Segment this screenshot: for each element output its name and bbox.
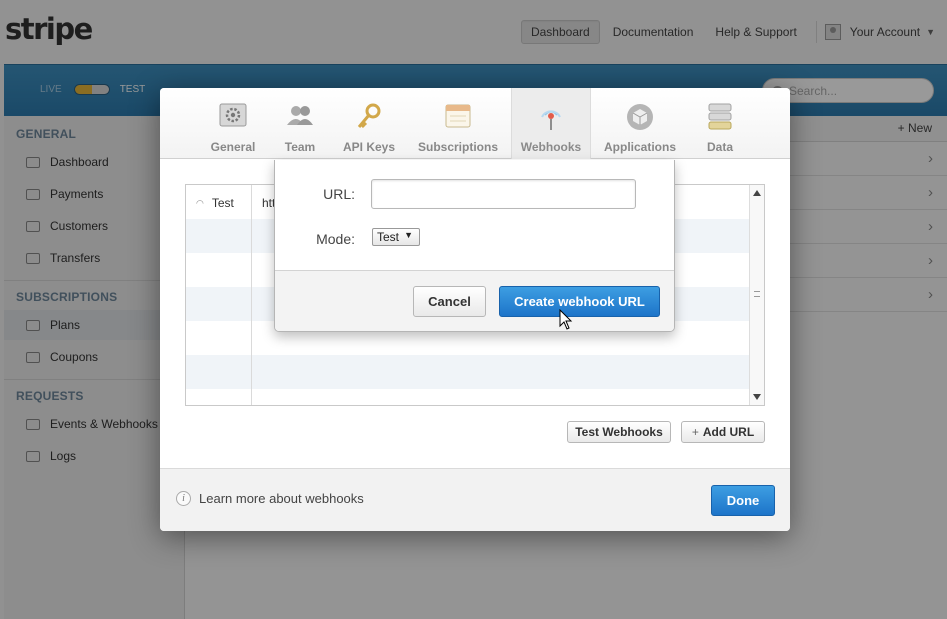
learn-more-label: Learn more about webhooks xyxy=(199,491,364,506)
tab-api-keys[interactable]: API Keys xyxy=(343,88,395,159)
tab-data[interactable]: Data xyxy=(706,88,734,159)
tab-label: API Keys xyxy=(342,140,396,154)
webhook-mode-cell: ◠ Test xyxy=(196,196,234,210)
url-label: URL: xyxy=(323,186,355,202)
gear-icon xyxy=(219,103,247,127)
info-icon: i xyxy=(176,491,191,506)
subscriptions-icon xyxy=(445,104,471,128)
table-row xyxy=(186,355,749,389)
tab-label: Subscriptions xyxy=(418,140,499,154)
tab-label: Webhooks xyxy=(520,140,582,154)
plus-icon: + xyxy=(691,425,699,439)
settings-tabs: General Team API Keys Subscriptions Webh… xyxy=(160,88,790,159)
tab-team[interactable]: Team xyxy=(282,88,318,159)
tab-applications[interactable]: Applications xyxy=(604,88,676,159)
tab-subscriptions[interactable]: Subscriptions xyxy=(418,88,498,159)
cancel-button[interactable]: Cancel xyxy=(413,286,486,317)
webhook-mode: Test xyxy=(211,196,234,210)
tab-label: Team xyxy=(284,140,316,154)
tab-webhooks[interactable]: Webhooks xyxy=(511,88,591,159)
mode-label: Mode: xyxy=(316,231,355,247)
vertical-scrollbar[interactable] xyxy=(749,185,764,405)
done-button[interactable]: Done xyxy=(711,485,775,516)
chevron-down-icon: ▼ xyxy=(404,230,413,240)
column-divider xyxy=(251,185,252,405)
scroll-down-icon[interactable] xyxy=(753,394,761,400)
signal-icon: ◠ xyxy=(196,197,204,208)
mode-select-value: Test xyxy=(377,230,400,244)
add-url-label: Add URL xyxy=(702,425,755,439)
tab-label: General xyxy=(210,140,256,154)
url-input[interactable] xyxy=(371,179,636,209)
key-icon xyxy=(357,103,381,129)
popover-footer: Cancel Create webhook URL xyxy=(275,270,674,331)
mode-select[interactable]: Test ▼ xyxy=(372,228,420,246)
test-webhooks-button[interactable]: Test Webhooks xyxy=(567,421,671,443)
webhook-icon xyxy=(541,110,561,130)
add-webhook-popover: URL: Mode: Test ▼ Cancel Create webhook … xyxy=(274,160,675,332)
mouse-cursor-icon xyxy=(559,309,573,330)
tab-label: Applications xyxy=(604,140,677,154)
tab-label: Data xyxy=(706,140,733,154)
scroll-up-icon[interactable] xyxy=(753,190,761,196)
modal-footer: i Learn more about webhooks Done xyxy=(160,468,790,531)
add-url-button[interactable]: + Add URL xyxy=(681,421,765,443)
team-icon xyxy=(287,106,313,125)
create-webhook-url-button[interactable]: Create webhook URL xyxy=(499,286,660,317)
data-icon xyxy=(708,103,732,130)
applications-icon xyxy=(627,104,653,130)
scroll-grip-icon[interactable] xyxy=(754,291,760,297)
tab-general[interactable]: General xyxy=(209,88,257,159)
learn-more-link[interactable]: i Learn more about webhooks xyxy=(176,491,364,506)
